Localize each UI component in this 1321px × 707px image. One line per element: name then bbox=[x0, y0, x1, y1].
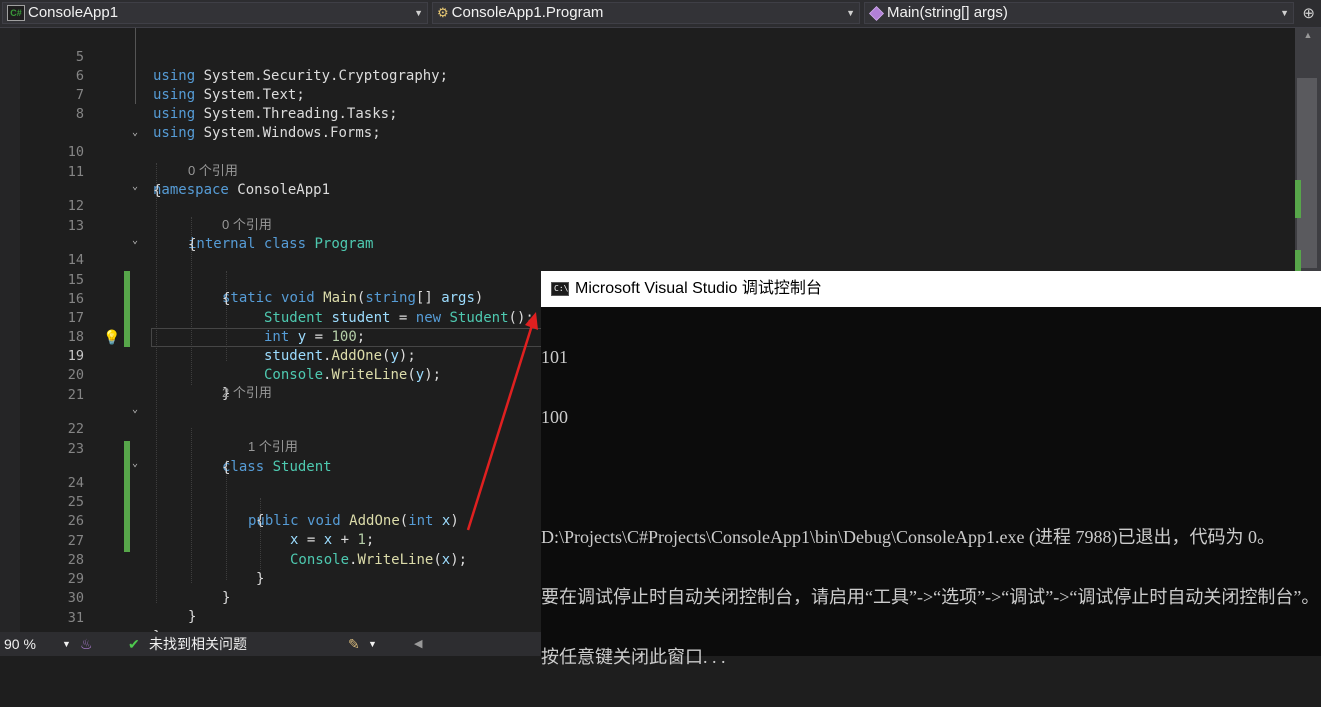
copilot-icon[interactable]: ♨ bbox=[80, 632, 93, 656]
console-line: 101 bbox=[541, 347, 568, 367]
change-marker bbox=[1295, 250, 1301, 272]
collapse-icon[interactable]: ⌄ bbox=[132, 236, 142, 246]
code-line: 13 { bbox=[0, 198, 1290, 253]
member-name: Main(string[] args) bbox=[887, 4, 1008, 21]
editor-status-bar: 90 % ▼ ♨ ✔ 未找到相关问题 ✎ ▼ ◀ bbox=[0, 632, 542, 656]
code-line: 11 { bbox=[0, 144, 1290, 199]
scroll-left-icon[interactable]: ◀ bbox=[414, 632, 422, 656]
class-dropdown[interactable]: ⚙ ConsoleApp1.Program ▼ bbox=[432, 2, 860, 24]
member-dropdown[interactable]: Main(string[] args) ▼ bbox=[864, 2, 1294, 24]
project-name: ConsoleApp1 bbox=[28, 4, 119, 21]
method-cube-icon bbox=[869, 5, 884, 21]
project-dropdown[interactable]: C# ConsoleApp1 ▼ bbox=[2, 2, 428, 24]
console-line: 按任意键关闭此窗口. . . bbox=[541, 647, 726, 667]
chevron-down-icon[interactable]: ▼ bbox=[62, 632, 71, 656]
console-title-bar[interactable]: C:\ Microsoft Visual Studio 调试控制台 bbox=[541, 271, 1321, 307]
class-icon: ⚙ bbox=[437, 5, 449, 21]
change-marker bbox=[1295, 180, 1301, 218]
collapse-icon[interactable]: ⌄ bbox=[132, 459, 142, 469]
code-line: 10 ⌄ namespace ConsoleApp1 bbox=[0, 124, 1290, 199]
class-name: ConsoleApp1.Program bbox=[451, 4, 604, 21]
code-line: 6 using System.Text; bbox=[0, 48, 1290, 103]
reference-count[interactable]: 1 个引用 bbox=[248, 439, 298, 455]
line-number: 31 bbox=[67, 610, 84, 626]
code-line: 8 using System.Windows.Forms; bbox=[0, 86, 1290, 141]
brush-icon[interactable]: ✎ bbox=[348, 632, 360, 656]
reference-count[interactable]: 0 个引用 bbox=[188, 163, 238, 179]
issues-status[interactable]: 未找到相关问题 bbox=[149, 632, 247, 656]
console-output: 101 100 D:\Projects\C#Projects\ConsoleAp… bbox=[541, 307, 1321, 707]
split-window-icon[interactable]: ⊕ bbox=[1302, 4, 1315, 22]
navigation-bar: C# ConsoleApp1 ▼ ⚙ ConsoleApp1.Program ▼ M… bbox=[0, 0, 1321, 28]
chevron-down-icon[interactable]: ▼ bbox=[368, 632, 377, 656]
scrollbar-thumb[interactable] bbox=[1297, 78, 1317, 268]
chevron-down-icon: ▼ bbox=[846, 8, 855, 18]
chevron-down-icon: ▼ bbox=[414, 8, 423, 18]
code-line: 12 ⌄ internal class Program bbox=[0, 178, 1290, 253]
debug-console-window[interactable]: C:\ Microsoft Visual Studio 调试控制台 101 10… bbox=[541, 271, 1321, 667]
collapse-icon[interactable]: ⌄ bbox=[132, 182, 142, 192]
console-title: Microsoft Visual Studio 调试控制台 bbox=[575, 280, 822, 297]
code-line: 5 using System.Security.Cryptography; bbox=[0, 29, 1290, 84]
code-line: 15 { bbox=[0, 252, 1290, 307]
console-line: 100 bbox=[541, 407, 568, 427]
reference-count[interactable]: 0 个引用 bbox=[222, 217, 272, 233]
chevron-down-icon: ▼ bbox=[1280, 8, 1289, 18]
code-line: 7 using System.Threading.Tasks; bbox=[0, 67, 1290, 122]
csharp-project-icon: C# bbox=[7, 5, 25, 22]
scroll-up-icon[interactable]: ▲ bbox=[1295, 30, 1321, 40]
console-line: D:\Projects\C#Projects\ConsoleApp1\bin\D… bbox=[541, 527, 1275, 547]
code-line: 14 ⌄ static void Main(string[] args) bbox=[0, 232, 1290, 307]
collapse-icon[interactable]: ⌄ bbox=[132, 405, 142, 415]
zoom-level[interactable]: 90 % bbox=[4, 632, 36, 656]
console-app-icon: C:\ bbox=[551, 282, 569, 296]
line-number: 8 bbox=[75, 106, 84, 122]
check-circle-icon: ✔ bbox=[128, 636, 140, 652]
collapse-icon[interactable]: ⌄ bbox=[132, 128, 142, 138]
console-line: 要在调试停止时自动关闭控制台，请启用“工具”->“选项”->“调试”->“调试停… bbox=[541, 587, 1320, 607]
reference-count[interactable]: 2 个引用 bbox=[222, 385, 272, 401]
